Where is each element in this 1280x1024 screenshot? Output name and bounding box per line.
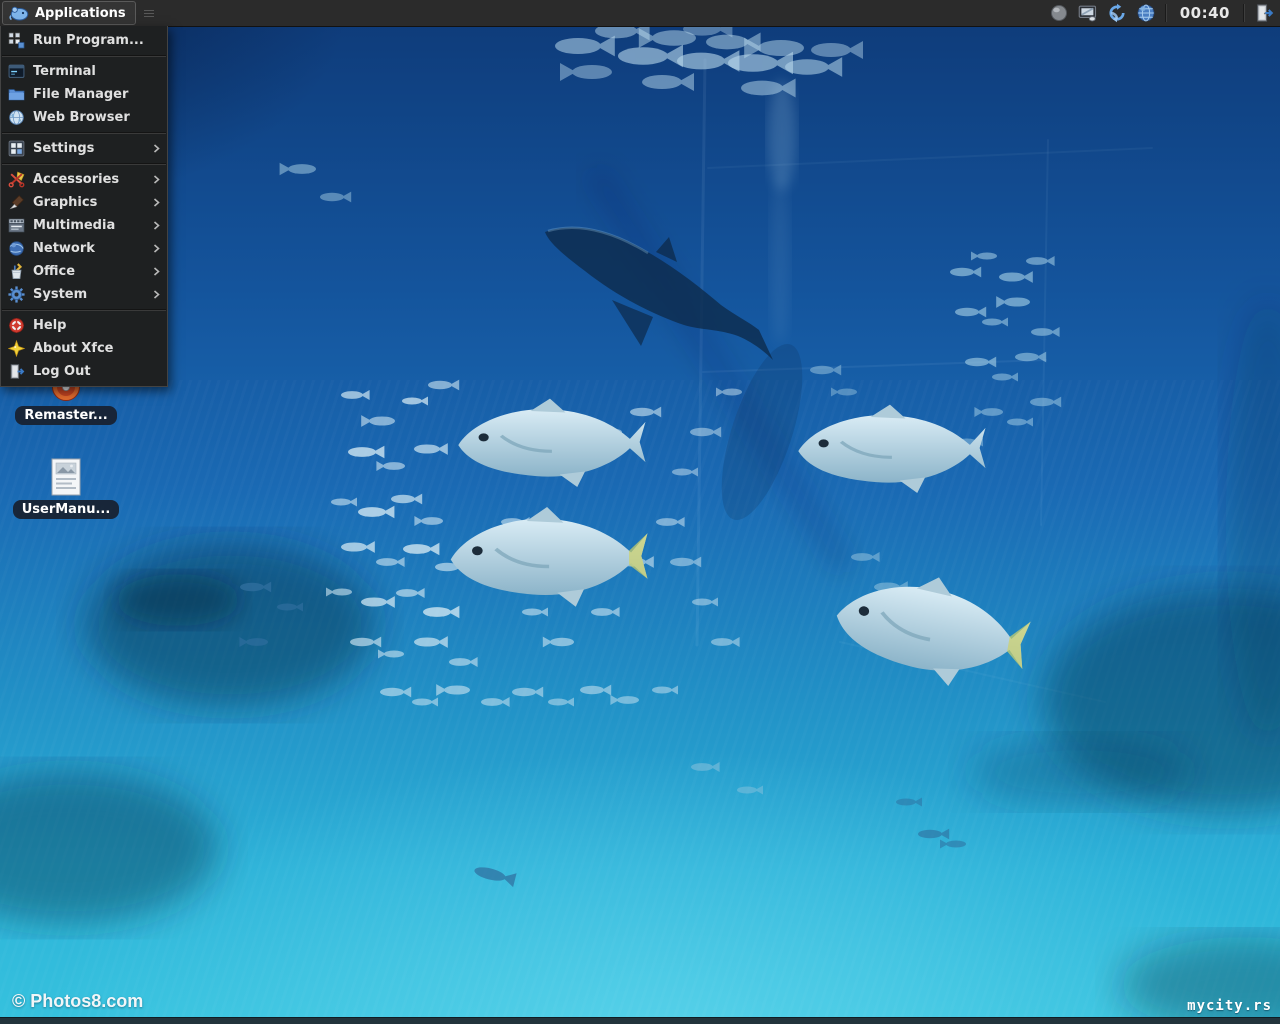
panel-clock[interactable]: 00:40 bbox=[1176, 4, 1234, 22]
terminal-icon bbox=[8, 64, 25, 78]
network-icon bbox=[9, 241, 24, 256]
menu-item-accessories[interactable]: Accessories bbox=[1, 168, 167, 191]
about-xfce-star-icon bbox=[8, 340, 25, 357]
display-settings-icon[interactable] bbox=[1078, 3, 1098, 23]
system-gear-icon bbox=[8, 286, 25, 303]
desktop-icon-usermanual[interactable]: UserManu... bbox=[12, 458, 120, 519]
submenu-arrow-icon bbox=[153, 244, 160, 253]
menu-item-help[interactable]: Help bbox=[1, 314, 167, 337]
menu-item-file-manager[interactable]: File Manager bbox=[1, 83, 167, 106]
applications-menu-button[interactable]: Applications bbox=[2, 1, 136, 25]
submenu-arrow-icon bbox=[153, 144, 160, 153]
menu-item-office[interactable]: Office bbox=[1, 260, 167, 283]
top-panel: Applications 00:40 bbox=[0, 0, 1280, 27]
settings-icon bbox=[8, 140, 25, 157]
log-out-door-icon bbox=[10, 364, 25, 379]
volume-sphere-icon[interactable] bbox=[1049, 3, 1069, 23]
sync-refresh-icon[interactable] bbox=[1107, 3, 1127, 23]
bottom-hidden-panel[interactable] bbox=[0, 1017, 1280, 1024]
network-globe-icon[interactable] bbox=[1136, 3, 1156, 23]
menu-separator bbox=[2, 163, 166, 165]
web-browser-icon bbox=[9, 110, 24, 125]
panel-grip-handle[interactable] bbox=[143, 9, 154, 17]
menu-separator bbox=[2, 132, 166, 134]
photos8-watermark: © Photos8.com bbox=[12, 991, 144, 1011]
desktop: Applications 00:40 Run Program... Termin… bbox=[0, 0, 1280, 1024]
multimedia-icon bbox=[8, 218, 25, 233]
tray-separator bbox=[1243, 4, 1245, 22]
accessories-icon bbox=[8, 171, 25, 188]
submenu-arrow-icon bbox=[153, 221, 160, 230]
office-icon bbox=[11, 263, 23, 279]
run-program-icon bbox=[8, 32, 25, 49]
menu-item-multimedia[interactable]: Multimedia bbox=[1, 214, 167, 237]
menu-separator bbox=[2, 309, 166, 311]
graphics-icon bbox=[9, 195, 24, 210]
menu-item-terminal[interactable]: Terminal bbox=[1, 60, 167, 83]
menu-separator bbox=[2, 55, 166, 57]
help-lifesaver-icon bbox=[9, 318, 24, 333]
applications-dropdown-menu: Run Program... Terminal File Manager Web… bbox=[0, 26, 168, 387]
menu-item-web-browser[interactable]: Web Browser bbox=[1, 106, 167, 129]
menu-item-log-out[interactable]: Log Out bbox=[1, 360, 167, 383]
desktop-icon-label: UserManu... bbox=[12, 500, 120, 519]
submenu-arrow-icon bbox=[153, 175, 160, 184]
submenu-arrow-icon bbox=[153, 267, 160, 276]
menu-item-run-program[interactable]: Run Program... bbox=[1, 29, 167, 52]
top-fish-school bbox=[555, 20, 863, 98]
desktop-icon-label: Remaster... bbox=[15, 406, 117, 425]
submenu-arrow-icon bbox=[153, 198, 160, 207]
mycity-branding: mycity.rs bbox=[1187, 998, 1272, 1014]
xfce-logo-icon bbox=[9, 6, 29, 21]
light-shimmer bbox=[768, 80, 796, 345]
file-manager-icon bbox=[8, 89, 25, 101]
applications-menu-label: Applications bbox=[35, 5, 126, 21]
menu-item-network[interactable]: Network bbox=[1, 237, 167, 260]
wallpaper-fish-art bbox=[0, 20, 1280, 1024]
menu-item-system[interactable]: System bbox=[1, 283, 167, 306]
user-manual-document-icon bbox=[51, 458, 81, 496]
menu-item-settings[interactable]: Settings bbox=[1, 137, 167, 160]
menu-item-about-xfce[interactable]: About Xfce bbox=[1, 337, 167, 360]
menu-item-graphics[interactable]: Graphics bbox=[1, 191, 167, 214]
system-tray: 00:40 bbox=[1049, 3, 1280, 23]
log-out-door-icon[interactable] bbox=[1254, 3, 1274, 23]
submenu-arrow-icon bbox=[153, 290, 160, 299]
tray-separator bbox=[1164, 4, 1167, 22]
